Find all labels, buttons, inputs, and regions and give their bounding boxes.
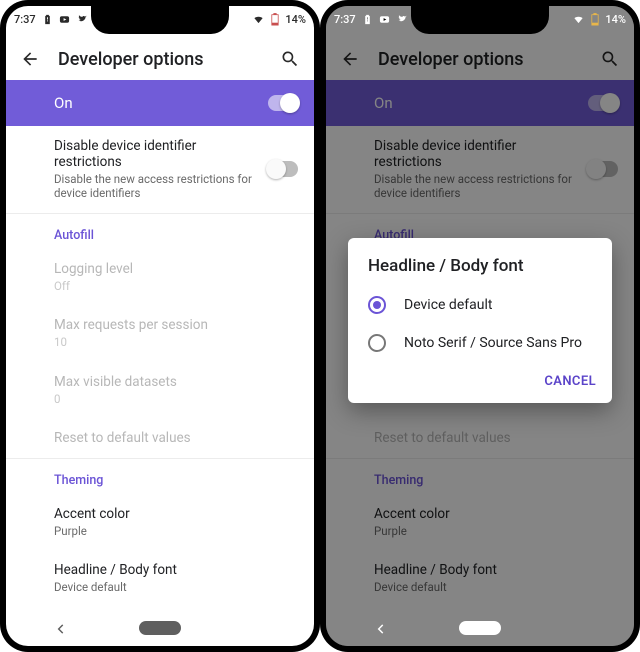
app-bar: Developer options [6,38,314,80]
radio-icon [368,296,386,314]
setting-accent-color[interactable]: Accent color Purple [6,494,314,550]
navigation-bar [6,614,314,642]
section-header-theming: Theming [6,459,314,494]
search-button[interactable] [598,47,622,71]
setting-title: Disable device identifier restrictions [54,138,260,170]
page-title: Developer options [362,49,598,70]
settings-list[interactable]: On Disable device identifier restriction… [6,80,314,614]
nav-back-button[interactable] [54,621,68,635]
notch [91,6,229,34]
battery-alert-icon [42,14,53,25]
youtube-icon [59,14,70,25]
setting-reset-defaults[interactable]: Reset to default values [6,418,314,458]
status-time: 7:37 [14,13,36,26]
nav-home-pill[interactable] [459,621,501,635]
screen-left: 7:37 14% Developer options [6,6,314,646]
master-toggle-row: On [326,80,634,126]
setting-device-id-restrictions: Disable device identifier restrictions D… [326,126,634,213]
status-battery-text: 14% [285,13,306,26]
page-title: Developer options [42,49,278,70]
status-time: 7:37 [334,13,356,26]
radio-label: Device default [404,297,492,313]
nav-home-pill[interactable] [139,621,181,635]
setting-max-requests[interactable]: Max requests per session 10 [6,305,314,361]
radio-option-device-default[interactable]: Device default [348,286,612,324]
wifi-icon [253,14,264,25]
back-button[interactable] [18,47,42,71]
twitter-icon [396,14,407,25]
phone-right: 7:37 14% Developer options [320,0,640,652]
setting-subtitle: Disable the new access restrictions for … [54,172,260,201]
cancel-button[interactable]: CANCEL [544,374,596,389]
twitter-icon [76,14,87,25]
device-id-switch [588,161,618,177]
radio-icon [368,334,386,352]
search-button[interactable] [278,47,302,71]
nav-back-button[interactable] [374,621,388,635]
master-toggle-switch[interactable] [268,95,298,111]
device-id-switch[interactable] [268,161,298,177]
youtube-icon [379,14,390,25]
navigation-bar [326,614,634,642]
master-toggle-label: On [54,94,268,112]
phone-left: 7:37 14% Developer options [0,0,320,652]
font-picker-dialog: Headline / Body font Device default Noto… [348,238,612,403]
wifi-icon [573,14,584,25]
setting-icon-shape[interactable]: Icon shape Teardrop [6,607,314,614]
app-bar: Developer options [326,38,634,80]
notch [411,6,549,34]
battery-alert-icon [362,14,373,25]
section-header-autofill: Autofill [6,214,314,249]
back-button[interactable] [338,47,362,71]
battery-icon [589,14,600,25]
setting-headline-body-font[interactable]: Headline / Body font Device default [6,550,314,606]
master-toggle-row[interactable]: On [6,80,314,126]
battery-icon [269,14,280,25]
master-toggle-switch [588,95,618,111]
screen-right: 7:37 14% Developer options [326,6,634,646]
setting-logging-level[interactable]: Logging level Off [6,249,314,305]
status-battery-text: 14% [605,13,626,26]
radio-option-noto-serif[interactable]: Noto Serif / Source Sans Pro [348,324,612,362]
setting-device-id-restrictions[interactable]: Disable device identifier restrictions D… [6,126,314,213]
setting-max-datasets[interactable]: Max visible datasets 0 [6,362,314,418]
dialog-title: Headline / Body font [348,256,612,286]
radio-label: Noto Serif / Source Sans Pro [404,335,582,351]
